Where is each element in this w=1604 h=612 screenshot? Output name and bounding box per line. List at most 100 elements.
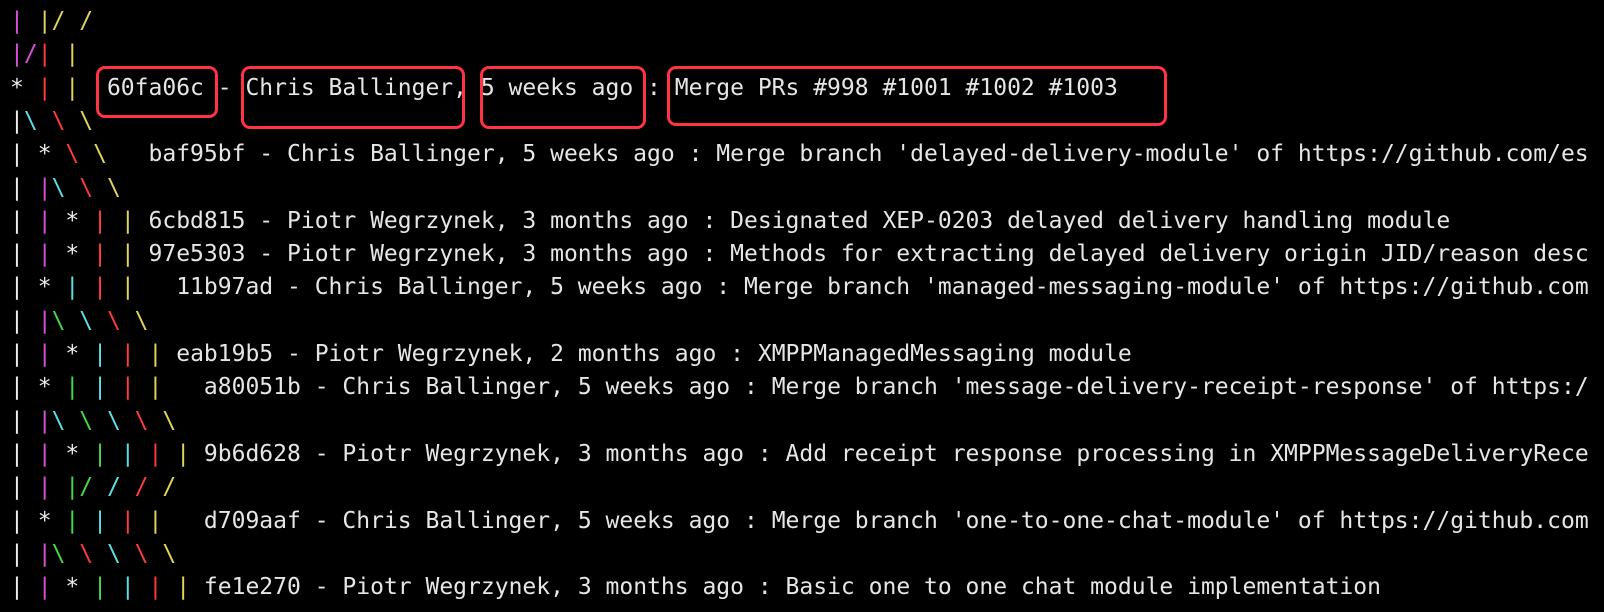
separator: : <box>744 574 786 601</box>
graph-branch-glyph: | <box>10 107 24 134</box>
graph-branch-glyph: | <box>10 374 38 401</box>
graph-branch-glyph: * <box>37 274 66 301</box>
graph-branch-glyph: | <box>120 507 149 534</box>
commit-message: Merge PRs #998 #1001 #1002 #1003 <box>674 74 1118 101</box>
graph-branch-glyph: | <box>93 207 121 234</box>
commit-author: Chris Ballinger <box>245 74 454 101</box>
commit-author: Chris Ballinger <box>314 274 523 301</box>
graph-branch-glyph: | <box>37 307 52 334</box>
graph-branch-glyph: * <box>65 440 94 467</box>
graph-branch-glyph: | <box>65 274 94 301</box>
graph-branch-glyph: | <box>10 174 38 201</box>
graph-branch-glyph: | <box>10 540 38 567</box>
graph-branch-glyph: \ <box>79 307 107 334</box>
graph-branch-glyph: | <box>37 174 52 201</box>
commit-date: 5 weeks ago <box>577 507 731 534</box>
separator: - <box>245 241 287 268</box>
separator: - <box>203 74 246 101</box>
graph-branch-glyph: \ <box>106 174 121 201</box>
graph-branch-glyph: \ <box>23 107 52 134</box>
separator: - <box>300 574 343 601</box>
graph-branch-glyph: | <box>120 207 149 234</box>
graph-branch-glyph: \ <box>106 307 135 334</box>
separator: , <box>550 374 578 401</box>
separator: - <box>300 507 343 534</box>
graph-branch-glyph: \ <box>134 307 149 334</box>
commit-date: 5 weeks ago <box>550 274 703 301</box>
commit-line: | * | | | | d709aaf - Chris Ballinger, 5… <box>10 505 1589 538</box>
commit-line: | * | | | | a80051b - Chris Ballinger, 5… <box>10 371 1589 404</box>
commit-author: Chris Ballinger <box>342 507 551 534</box>
graph-branch-glyph: \ <box>65 141 94 168</box>
separator: : <box>674 141 717 168</box>
graph-branch-glyph: | <box>37 440 66 467</box>
separator: , <box>494 207 523 234</box>
graph-line: |/| | <box>10 38 79 71</box>
separator: - <box>273 274 315 301</box>
graph-branch-glyph: \ <box>51 307 80 334</box>
commit-message: Merge branch 'managed-messaging-module' … <box>743 274 1589 301</box>
graph-branch-glyph: | <box>148 440 177 467</box>
graph-branch-glyph: | <box>176 440 204 467</box>
graph-branch-glyph: | <box>65 507 94 534</box>
commit-hash: 9b6d628 <box>203 440 301 467</box>
commit-date: 3 months ago <box>577 574 744 601</box>
graph-branch-glyph: | <box>65 41 80 68</box>
commit-author: Piotr Wegrzynek <box>342 440 551 467</box>
graph-branch-glyph: | <box>176 574 204 601</box>
commit-line: * | | 60fa06c - Chris Ballinger, 5 weeks… <box>10 72 1118 105</box>
commit-author: Piotr Wegrzynek <box>287 207 495 234</box>
graph-branch-glyph: | <box>10 474 38 501</box>
commit-message: Add receipt response processing in XMPPM… <box>785 440 1589 467</box>
graph-branch-glyph: | <box>93 507 121 534</box>
commit-line: | | * | | 97e5303 - Piotr Wegrzynek, 3 m… <box>10 238 1589 271</box>
commit-line: | | * | | | | 9b6d628 - Piotr Wegrzynek,… <box>10 438 1589 471</box>
separator: , <box>522 341 551 367</box>
graph-branch-glyph: | <box>120 374 149 401</box>
separator: , <box>494 241 523 268</box>
graph-branch-glyph: \ <box>51 107 80 134</box>
graph-branch-glyph: \ <box>134 540 163 567</box>
commit-line: | | * | | 6cbd815 - Piotr Wegrzynek, 3 m… <box>10 205 1450 238</box>
separator: : <box>730 507 772 534</box>
graph-branch-glyph: | <box>10 507 38 534</box>
separator: , <box>453 74 481 101</box>
graph-branch-glyph: \ <box>51 174 80 201</box>
commit-hash: 6cbd815 <box>148 207 246 234</box>
graph-branch-glyph: / <box>134 474 163 501</box>
graph-branch-glyph: \ <box>79 107 94 134</box>
graph-branch-glyph: \ <box>93 141 149 168</box>
graph-branch-glyph: \ <box>134 407 163 434</box>
commit-message: Merge branch 'one-to-one-chat-module' of… <box>771 507 1589 534</box>
graph-branch-glyph: * <box>65 241 94 268</box>
commit-author: Piotr Wegrzynek <box>342 574 551 601</box>
graph-branch-glyph: | <box>37 540 52 567</box>
graph-line: | |\ \ \ <box>10 172 121 205</box>
commit-hash: eab19b5 <box>176 341 274 367</box>
separator: , <box>522 274 551 301</box>
graph-branch-glyph: | <box>10 574 38 601</box>
graph-branch-glyph: / <box>162 474 177 501</box>
graph-branch-glyph: | <box>10 274 38 301</box>
graph-branch-glyph: \ <box>79 540 107 567</box>
graph-branch-glyph: | <box>148 574 177 601</box>
graph-branch-glyph: \ <box>79 174 107 201</box>
commit-author: Piotr Wegrzynek <box>287 241 495 268</box>
graph-branch-glyph: | <box>37 74 66 101</box>
graph-line: |\ \ \ <box>10 105 93 138</box>
graph-branch-glyph: | <box>10 141 38 168</box>
commit-message: Methods for extracting delayed delivery … <box>730 241 1589 268</box>
separator: - <box>245 141 287 168</box>
graph-branch-glyph: | <box>120 241 149 268</box>
graph-branch-glyph: | <box>120 440 149 467</box>
graph-branch-glyph: / <box>106 474 135 501</box>
commit-message: Designated XEP-0203 delayed delivery han… <box>730 207 1451 234</box>
graph-branch-glyph: | <box>10 207 38 234</box>
commit-date: 3 months ago <box>522 207 689 234</box>
graph-branch-glyph: | <box>65 74 107 101</box>
commit-message: XMPPManagedMessaging module <box>757 341 1132 367</box>
graph-line: | |\ \ \ \ <box>10 305 149 338</box>
commit-line: | * \ \ baf95bf - Chris Ballinger, 5 wee… <box>10 138 1589 171</box>
graph-branch-glyph: | <box>10 307 38 334</box>
commit-date: 5 weeks ago <box>522 141 675 168</box>
